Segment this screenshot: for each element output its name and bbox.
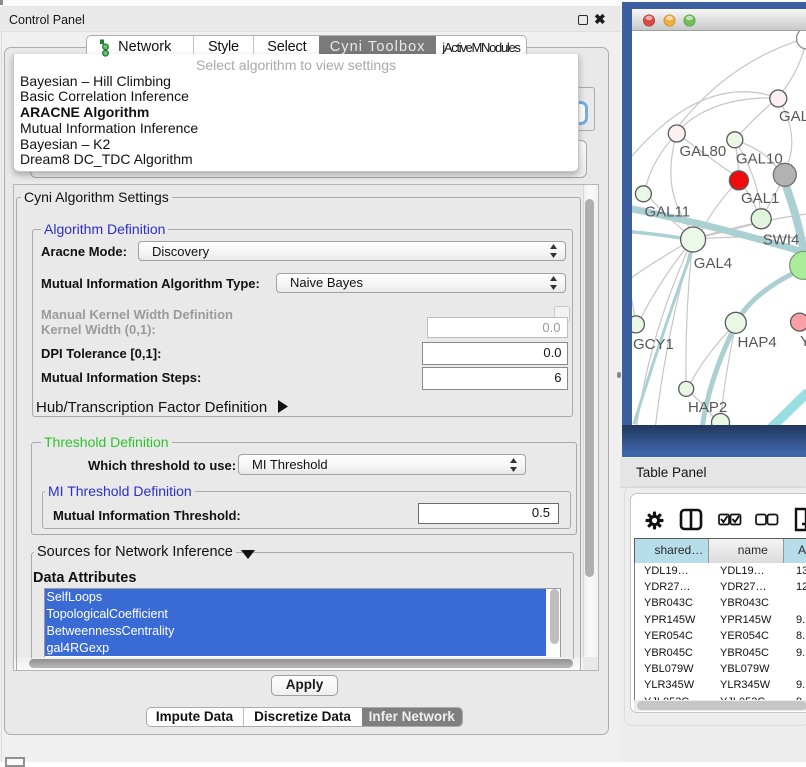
- svg-text:GAL1: GAL1: [741, 190, 779, 207]
- svg-text:Y: Y: [800, 333, 806, 350]
- svg-text:HAP4: HAP4: [738, 334, 777, 351]
- svg-text:GAL7: GAL7: [779, 108, 806, 125]
- svg-text:GAL10: GAL10: [736, 151, 783, 168]
- svg-text:GAL11: GAL11: [645, 204, 691, 221]
- svg-text:GAL4: GAL4: [694, 255, 732, 272]
- svg-text:GCY1: GCY1: [633, 336, 674, 353]
- svg-text:HAP2: HAP2: [688, 399, 727, 416]
- svg-text:SWI4: SWI4: [763, 232, 800, 249]
- svg-text:GAL80: GAL80: [680, 143, 727, 160]
